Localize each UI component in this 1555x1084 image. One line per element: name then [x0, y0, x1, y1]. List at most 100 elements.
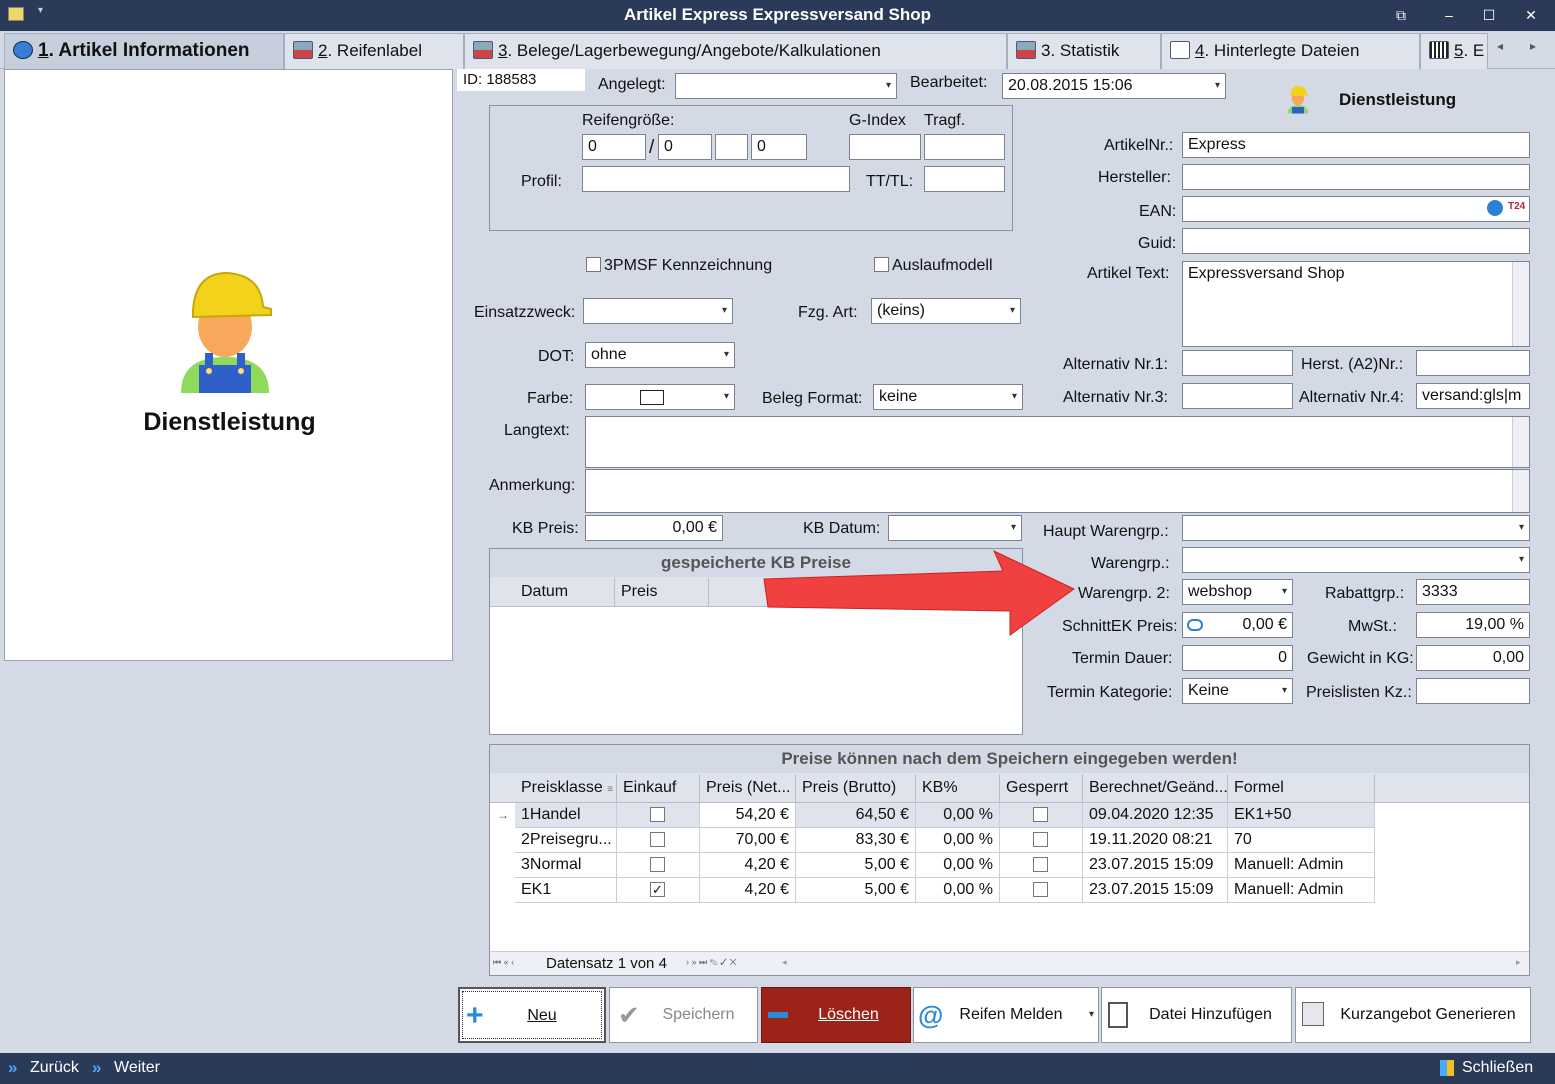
cell-kb[interactable]: 0,00 % — [916, 878, 1000, 903]
neu-button[interactable]: + Neu — [458, 987, 606, 1043]
gindex-field[interactable] — [849, 134, 921, 160]
alt1-field[interactable] — [1182, 350, 1293, 376]
cell-klasse[interactable]: 1Handel — [515, 803, 617, 828]
link-icon[interactable] — [1187, 619, 1203, 631]
cell-einkauf[interactable] — [617, 828, 700, 853]
table-row[interactable]: 3Normal 4,20 € 5,00 € 0,00 % 23.07.2015 … — [515, 853, 1375, 878]
hscroll-right-icon[interactable]: ▸ — [1516, 957, 1521, 968]
einkauf-checkbox[interactable] — [650, 807, 665, 822]
dropdown-arrow-icon[interactable]: ▾ — [1089, 988, 1094, 1042]
cell-kb[interactable]: 0,00 % — [916, 853, 1000, 878]
artikeltext-field[interactable]: Expressversand Shop — [1182, 261, 1530, 347]
tab-statistik[interactable]: 3. Statistik — [1007, 33, 1161, 69]
back-button[interactable]: Zurück — [30, 1059, 79, 1077]
cell-netto[interactable]: 4,20 € — [700, 853, 796, 878]
cell-gesperrt[interactable] — [1000, 878, 1083, 903]
col-brutto[interactable]: Preis (Brutto) — [796, 774, 916, 802]
col-preisklasse[interactable]: Preisklasse ≡ — [515, 774, 617, 802]
cell-kb[interactable]: 0,00 % — [916, 803, 1000, 828]
profil-field[interactable] — [582, 166, 850, 192]
tab-artikel-informationen[interactable]: 1. Artikel Informationen — [4, 33, 284, 69]
cell-brutto[interactable]: 83,30 € — [796, 828, 916, 853]
t24-icon[interactable]: T24 — [1508, 201, 1525, 212]
rabatt-field[interactable]: 3333 — [1416, 579, 1530, 605]
alt4-field[interactable]: versand:gls|m — [1416, 383, 1530, 409]
cell-datum[interactable]: 19.11.2020 08:21 — [1083, 828, 1228, 853]
cell-formel[interactable]: 70 — [1228, 828, 1375, 853]
pmsf-checkbox[interactable] — [586, 257, 601, 272]
kb-col-preis[interactable]: Preis — [615, 578, 709, 606]
cell-formel[interactable]: Manuell: Admin — [1228, 853, 1375, 878]
cell-einkauf[interactable] — [617, 853, 700, 878]
gesperrt-checkbox[interactable] — [1033, 807, 1048, 822]
close-button[interactable]: ✕ — [1518, 4, 1544, 26]
cell-netto[interactable]: 54,20 € — [700, 803, 796, 828]
cell-brutto[interactable]: 5,00 € — [796, 853, 916, 878]
angelegt-field[interactable] — [675, 73, 897, 99]
cell-brutto[interactable]: 5,00 € — [796, 878, 916, 903]
cell-formel[interactable]: Manuell: Admin — [1228, 878, 1375, 903]
terminkat-dropdown[interactable]: Keine — [1182, 678, 1293, 704]
exit-icon[interactable] — [1440, 1060, 1454, 1076]
beleg-dropdown[interactable]: keine — [873, 384, 1023, 410]
kb-col-datum[interactable]: Datum — [515, 578, 615, 606]
cell-netto[interactable]: 4,20 € — [700, 878, 796, 903]
datei-hinzufuegen-button[interactable]: Datei Hinzufügen — [1101, 987, 1292, 1043]
cell-datum[interactable]: 09.04.2020 12:35 — [1083, 803, 1228, 828]
anmerkung-field[interactable] — [585, 469, 1530, 513]
tab-scroll-left-icon[interactable]: ◂ — [1497, 39, 1503, 53]
table-row[interactable]: 2Preisegru... 70,00 € 83,30 € 0,00 % 19.… — [515, 828, 1375, 853]
anmerkung-scrollbar[interactable] — [1512, 470, 1529, 512]
back-icon[interactable]: » — [8, 1058, 17, 1078]
cell-klasse[interactable]: EK1 — [515, 878, 617, 903]
globe-icon[interactable] — [1487, 200, 1503, 216]
col-datum[interactable]: Berechnet/Geänd... — [1083, 774, 1228, 802]
col-formel[interactable]: Formel — [1228, 774, 1375, 802]
forward-icon[interactable]: » — [92, 1058, 101, 1078]
cell-formel[interactable]: EK1+50 — [1228, 803, 1375, 828]
hauptwg-dropdown[interactable] — [1182, 515, 1530, 541]
farbe-dropdown[interactable] — [585, 384, 735, 410]
forward-button[interactable]: Weiter — [114, 1059, 160, 1077]
tab-5[interactable]: 5. E — [1420, 33, 1488, 69]
langtext-scrollbar[interactable] — [1512, 417, 1529, 467]
termin-field[interactable]: 0 — [1182, 645, 1293, 671]
cell-gesperrt[interactable] — [1000, 803, 1083, 828]
tab-belege[interactable]: 3. Belege/Lagerbewegung/Angebote/Kalkula… — [464, 33, 1007, 69]
wg2-dropdown[interactable]: webshop — [1182, 579, 1293, 605]
dot-dropdown[interactable]: ohne — [585, 342, 735, 368]
size-type-field[interactable] — [715, 134, 748, 160]
col-gesperrt[interactable]: Gesperrt — [1000, 774, 1083, 802]
cell-einkauf[interactable] — [617, 803, 700, 828]
einkauf-checkbox[interactable] — [650, 857, 665, 872]
einkauf-checkbox[interactable] — [650, 832, 665, 847]
cell-datum[interactable]: 23.07.2015 15:09 — [1083, 853, 1228, 878]
kurzangebot-button[interactable]: Kurzangebot Generieren — [1295, 987, 1531, 1043]
cell-klasse[interactable]: 2Preisegru... — [515, 828, 617, 853]
alt3-field[interactable] — [1182, 383, 1293, 409]
tab-scroll-right-icon[interactable]: ▸ — [1530, 39, 1536, 53]
tab-hinterlegte-dateien[interactable]: 4. Hinterlegte Dateien — [1161, 33, 1420, 69]
bearbeitet-field[interactable]: 20.08.2015 15:06 — [1002, 73, 1226, 99]
nav-first-icon[interactable]: ⏮ « ‹ — [493, 957, 514, 968]
speichern-button[interactable]: ✔ Speichern — [609, 987, 758, 1043]
langtext-field[interactable] — [585, 416, 1530, 468]
einkauf-checkbox-checked[interactable]: ✓ — [650, 882, 665, 897]
size-rim-field[interactable]: 0 — [751, 134, 807, 160]
auslauf-checkbox[interactable] — [874, 257, 889, 272]
table-row[interactable]: EK1 ✓ 4,20 € 5,00 € 0,00 % 23.07.2015 15… — [515, 878, 1375, 903]
fzg-dropdown[interactable]: (keins) — [871, 298, 1021, 324]
table-row[interactable]: 1Handel 54,20 € 64,50 € 0,00 % 09.04.202… — [515, 803, 1375, 828]
cell-gesperrt[interactable] — [1000, 828, 1083, 853]
loeschen-button[interactable]: Löschen — [761, 987, 911, 1043]
cell-datum[interactable]: 23.07.2015 15:09 — [1083, 878, 1228, 903]
nav-last-icon[interactable]: › » ⏭ ✎ ✓ ✕ — [686, 957, 736, 968]
hscroll-left-icon[interactable]: ◂ — [782, 957, 787, 968]
gewicht-field[interactable]: 0,00 — [1416, 645, 1530, 671]
artikeltext-scrollbar[interactable] — [1512, 262, 1529, 346]
cell-netto[interactable]: 70,00 € — [700, 828, 796, 853]
reifen-melden-button[interactable]: @ Reifen Melden ▾ — [913, 987, 1099, 1043]
maximize-button[interactable]: ☐ — [1476, 4, 1502, 26]
tab-reifenlabel[interactable]: 2. Reifenlabel — [284, 33, 464, 69]
size-width-field[interactable]: 0 — [582, 134, 646, 160]
